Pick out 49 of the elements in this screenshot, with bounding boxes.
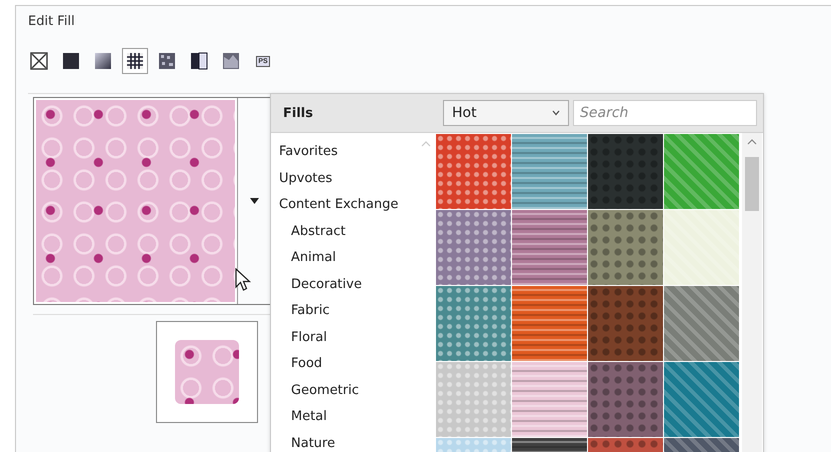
gradient-fill-icon (94, 52, 112, 70)
category-item[interactable]: Floral (279, 324, 424, 351)
fill-swatch[interactable] (664, 362, 739, 437)
fill-swatch[interactable] (588, 286, 663, 361)
search-field[interactable]: Search (573, 100, 757, 126)
fill-swatch[interactable] (588, 210, 663, 285)
panel-title: Fills (282, 106, 314, 120)
category-item[interactable]: Nature (279, 430, 424, 452)
category-item[interactable]: Geometric (279, 378, 424, 404)
mouse-cursor-icon (235, 268, 251, 292)
bitmap-pattern-icon (158, 52, 176, 70)
fill-swatch[interactable] (436, 362, 511, 437)
fill-swatch[interactable] (588, 362, 663, 437)
scroll-up-icon[interactable] (421, 141, 431, 147)
fill-swatch[interactable] (436, 210, 511, 285)
fill-swatch[interactable] (512, 134, 587, 209)
sort-dropdown[interactable]: Hot (443, 100, 569, 126)
window-title: Edit Fill (28, 14, 75, 29)
fill-swatch[interactable] (436, 286, 511, 361)
caret-icon (250, 198, 258, 204)
fill-swatch[interactable] (512, 362, 587, 437)
category-item[interactable]: Metal (279, 404, 424, 430)
category-item[interactable]: Food (279, 351, 424, 378)
category-item[interactable]: Favorites (279, 139, 424, 166)
texture-fill-icon (222, 52, 240, 70)
fill-swatch[interactable] (664, 134, 739, 209)
fill-swatch[interactable] (588, 134, 663, 209)
solid-fill-icon (62, 52, 80, 70)
category-item[interactable]: Decorative (279, 272, 424, 298)
category-item[interactable]: Upvotes (279, 166, 424, 192)
fill-swatch[interactable] (512, 210, 587, 285)
chevron-down-icon (552, 110, 560, 116)
scrollbar[interactable] (742, 133, 762, 452)
scrollbar-thumb[interactable] (745, 157, 759, 211)
pattern-thumbnail (175, 340, 239, 404)
fill-swatch[interactable] (664, 286, 739, 361)
category-item[interactable]: Animal (279, 245, 424, 272)
category-item[interactable]: Content Exchange (279, 192, 424, 218)
two-color-fill-icon (190, 52, 208, 70)
category-item[interactable]: Fabric (279, 298, 424, 324)
no-fill-icon (30, 52, 48, 70)
fill-swatch[interactable] (512, 286, 587, 361)
category-item[interactable]: Abstract (279, 218, 424, 245)
pattern-fill-icon (126, 52, 144, 70)
fill-swatch[interactable] (436, 134, 511, 209)
fill-swatch[interactable] (664, 210, 739, 285)
fill-type-button[interactable] (122, 48, 148, 74)
scroll-up-icon[interactable] (747, 139, 757, 145)
fill-picker[interactable] (33, 97, 271, 305)
